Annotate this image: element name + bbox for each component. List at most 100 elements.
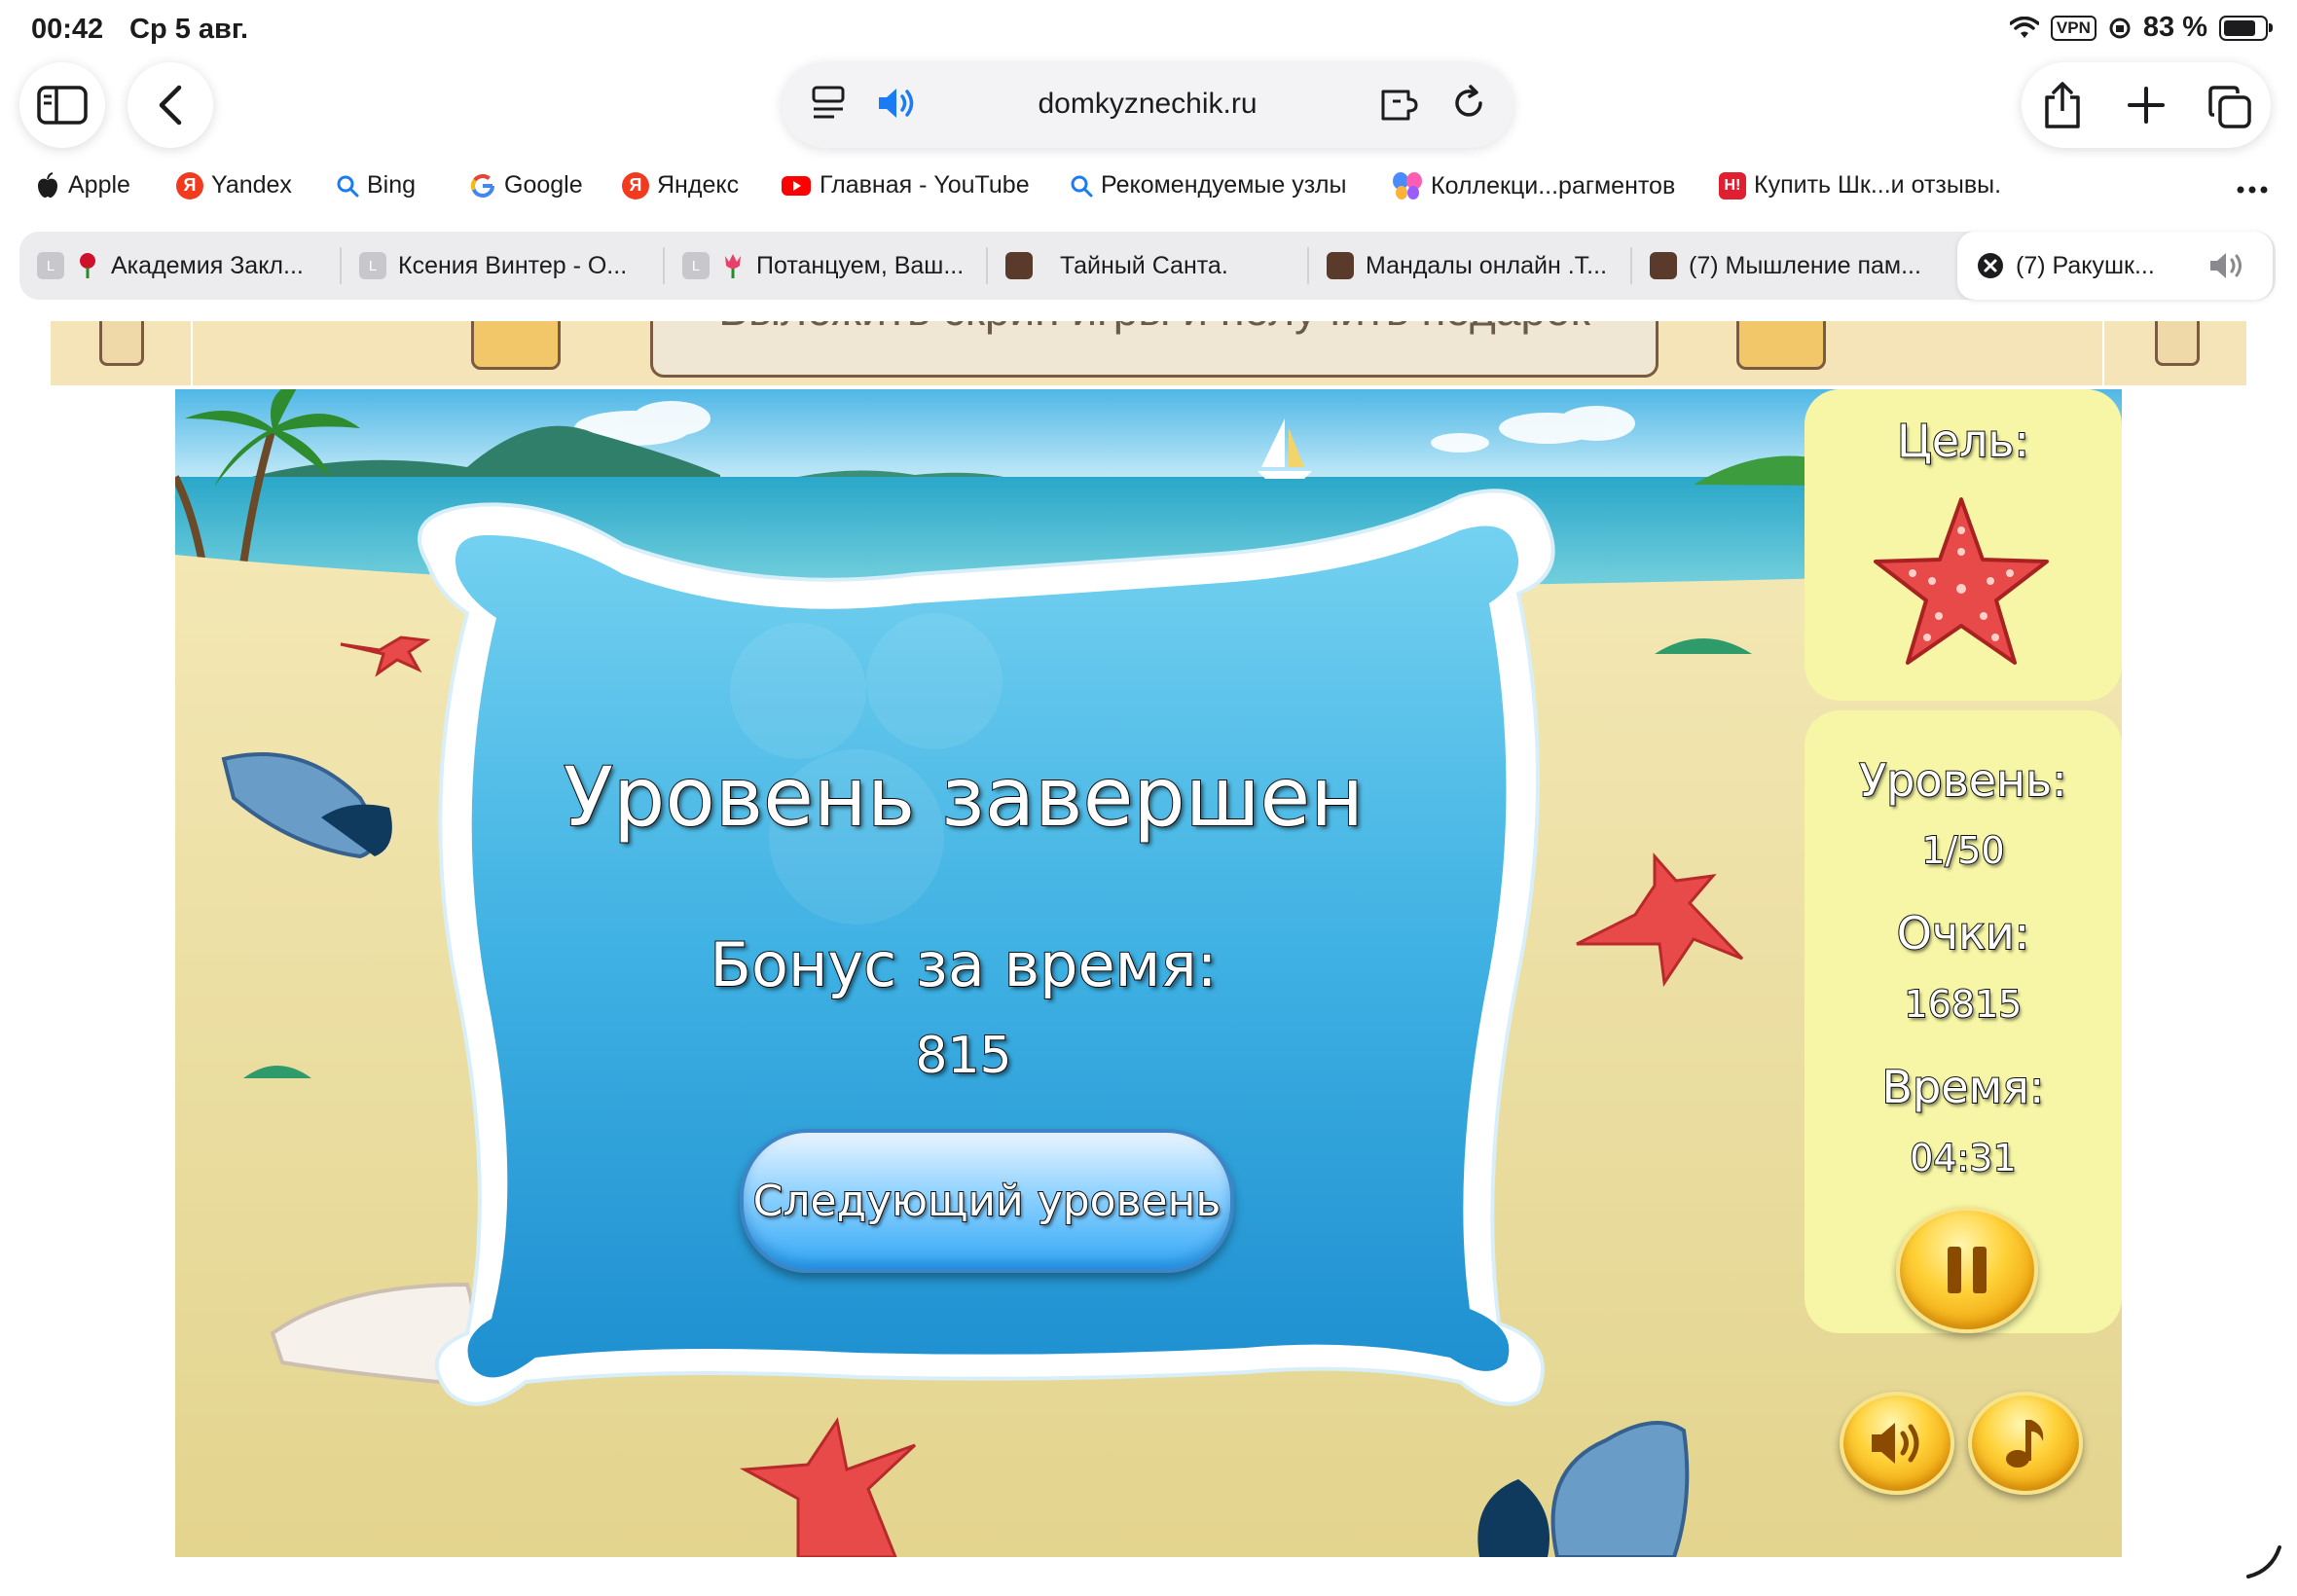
music-note-icon xyxy=(2006,1420,2044,1468)
tab-academy[interactable]: L Академия Закл... xyxy=(19,232,342,300)
scroll-indicator-icon xyxy=(2246,1545,2281,1578)
score-label: Очки: xyxy=(1896,906,2031,961)
bookmark-label: Bing xyxy=(367,171,417,199)
bookmark-label: Yandex xyxy=(211,171,292,199)
tulip-icon xyxy=(725,254,741,278)
tab-mandala[interactable]: Мандалы онлайн .Т... xyxy=(1309,232,1632,300)
back-button[interactable] xyxy=(128,62,213,148)
site-header-strip: Выложить скрин игры и получить подарок xyxy=(51,321,2246,385)
reload-icon[interactable] xyxy=(1449,84,1488,123)
bookmark-label: Apple xyxy=(68,171,130,199)
apple-icon xyxy=(38,171,57,198)
google-icon xyxy=(470,173,494,198)
site-icon: L xyxy=(37,252,64,279)
tab-bar: L Академия Закл... L Ксения Винтер - О..… xyxy=(19,232,2276,300)
status-time: 00:42 xyxy=(31,14,104,45)
site-icon: L xyxy=(682,252,710,279)
yandex-icon: Я xyxy=(176,171,203,200)
tab-santa[interactable]: Тайный Санта. xyxy=(988,232,1309,300)
level-label: Уровень: xyxy=(1858,753,2067,808)
extensions-icon[interactable] xyxy=(1379,84,1422,123)
score-value: 16815 xyxy=(1904,982,2024,1027)
battery-icon xyxy=(2219,15,2273,41)
level-value: 1/50 xyxy=(1920,828,2005,873)
speaker-icon[interactable] xyxy=(2208,251,2247,280)
music-button[interactable] xyxy=(1968,1392,2083,1495)
address-bar[interactable]: domkyznechik.ru xyxy=(782,62,1513,148)
bookmark-yandex[interactable]: Я Yandex xyxy=(176,171,292,200)
goal-label: Цель: xyxy=(1896,414,2030,468)
level-complete-title: Уровень завершен xyxy=(563,748,1365,846)
tab-dance[interactable]: L Потанцуем, Ваш... xyxy=(665,232,988,300)
next-level-button[interactable]: Следующий уровень xyxy=(740,1129,1234,1273)
tab-label: (7) Ракушк... xyxy=(2016,251,2155,279)
pause-button[interactable] xyxy=(1896,1207,2038,1333)
butterfly-icon xyxy=(1393,172,1422,200)
rose-icon xyxy=(80,253,95,278)
strip-button[interactable] xyxy=(2155,321,2200,366)
favorites-bar: Apple Я Yandex Bing Google Я Яндекс Глав… xyxy=(35,171,2274,210)
bookmark-recommended[interactable]: Рекомендуемые узлы xyxy=(1070,171,1346,200)
tab-label: Потанцуем, Ваш... xyxy=(756,251,965,279)
wifi-icon xyxy=(2009,16,2039,38)
strip-button[interactable] xyxy=(99,321,144,366)
bookmark-label: Google xyxy=(504,171,583,199)
tabs-overview-icon[interactable] xyxy=(2206,84,2253,130)
search-icon xyxy=(1071,175,1093,197)
time-label: Время: xyxy=(1881,1060,2046,1114)
bookmark-label: Рекомендуемые узлы xyxy=(1101,171,1347,199)
more-icon[interactable] xyxy=(2237,185,2268,195)
bookmark-label: Яндекс xyxy=(657,171,740,199)
bookmark-google[interactable]: Google xyxy=(469,171,583,200)
vpn-badge: VPN xyxy=(2050,15,2096,41)
bookmark-apple[interactable]: Apple xyxy=(35,171,130,200)
share-icon[interactable] xyxy=(2041,80,2084,130)
starfish-goal-icon xyxy=(1874,497,2049,665)
strip-icon-button[interactable] xyxy=(1736,321,1826,370)
site-icon: L xyxy=(359,252,386,279)
site-icon xyxy=(1327,252,1354,279)
time-bonus-label: Бонус за время: xyxy=(709,928,1218,1001)
banner-text: Выложить скрин игры и получить подарок xyxy=(653,321,1656,336)
tab-label: Ксения Винтер - О... xyxy=(398,251,628,279)
site-icon xyxy=(1005,252,1033,279)
status-date: Ср 5 авг. xyxy=(129,14,249,45)
search-icon xyxy=(337,175,359,197)
bookmark-store[interactable]: H! Купить Шк...и отзывы. xyxy=(1719,171,2001,200)
tab-label: Тайный Санта. xyxy=(1060,251,1228,279)
speaker-icon xyxy=(1872,1423,1919,1464)
strip-icon-button[interactable] xyxy=(471,321,561,370)
store-icon: H! xyxy=(1719,171,1746,200)
tab-label: Академия Закл... xyxy=(111,251,304,279)
tab-shells-active[interactable]: (7) Ракушк... xyxy=(1957,232,2273,300)
youtube-icon xyxy=(782,175,811,196)
chevron-left-icon xyxy=(159,85,182,126)
bookmark-bing[interactable]: Bing xyxy=(336,171,416,200)
site-icon xyxy=(1650,252,1677,279)
close-icon[interactable] xyxy=(1977,252,2004,279)
sidebar-icon xyxy=(37,86,88,125)
bookmark-label: Купить Шк...и отзывы. xyxy=(1754,171,2002,199)
new-tab-icon[interactable] xyxy=(2127,86,2166,125)
tab-thinking[interactable]: (7) Мышление пам... xyxy=(1632,232,1955,300)
time-bonus-value: 815 xyxy=(914,1026,1012,1086)
tab-label: Мандалы онлайн .Т... xyxy=(1366,251,1608,279)
status-indicators: VPN 83 % xyxy=(2009,12,2273,44)
toolbar-actions xyxy=(2022,62,2271,148)
sound-button[interactable] xyxy=(1840,1392,1954,1495)
bookmark-yandex-ru[interactable]: Я Яндекс xyxy=(622,171,739,200)
bookmark-label: Коллекци...рагментов xyxy=(1431,171,1676,200)
bookmark-collections[interactable]: Коллекци...рагментов xyxy=(1392,171,1675,200)
orientation-lock-icon xyxy=(2109,18,2131,38)
status-bar: 00:42 Ср 5 авг. VPN 83 % xyxy=(0,0,2297,58)
bookmark-youtube[interactable]: Главная - YouTube xyxy=(781,171,1030,200)
tab-label: (7) Мышление пам... xyxy=(1689,251,1921,279)
tab-ksenia[interactable]: L Ксения Винтер - О... xyxy=(342,232,665,300)
pause-icon xyxy=(1948,1247,1987,1293)
share-screenshot-banner[interactable]: Выложить скрин игры и получить подарок xyxy=(650,321,1659,378)
game-canvas: Уровень завершен Бонус за время: 815 Сле… xyxy=(175,389,2122,1557)
sidebar-toggle-button[interactable] xyxy=(19,62,105,148)
time-value: 04:31 xyxy=(1909,1136,2018,1180)
bookmark-label: Главная - YouTube xyxy=(820,171,1030,199)
yandex-icon: Я xyxy=(622,171,649,200)
